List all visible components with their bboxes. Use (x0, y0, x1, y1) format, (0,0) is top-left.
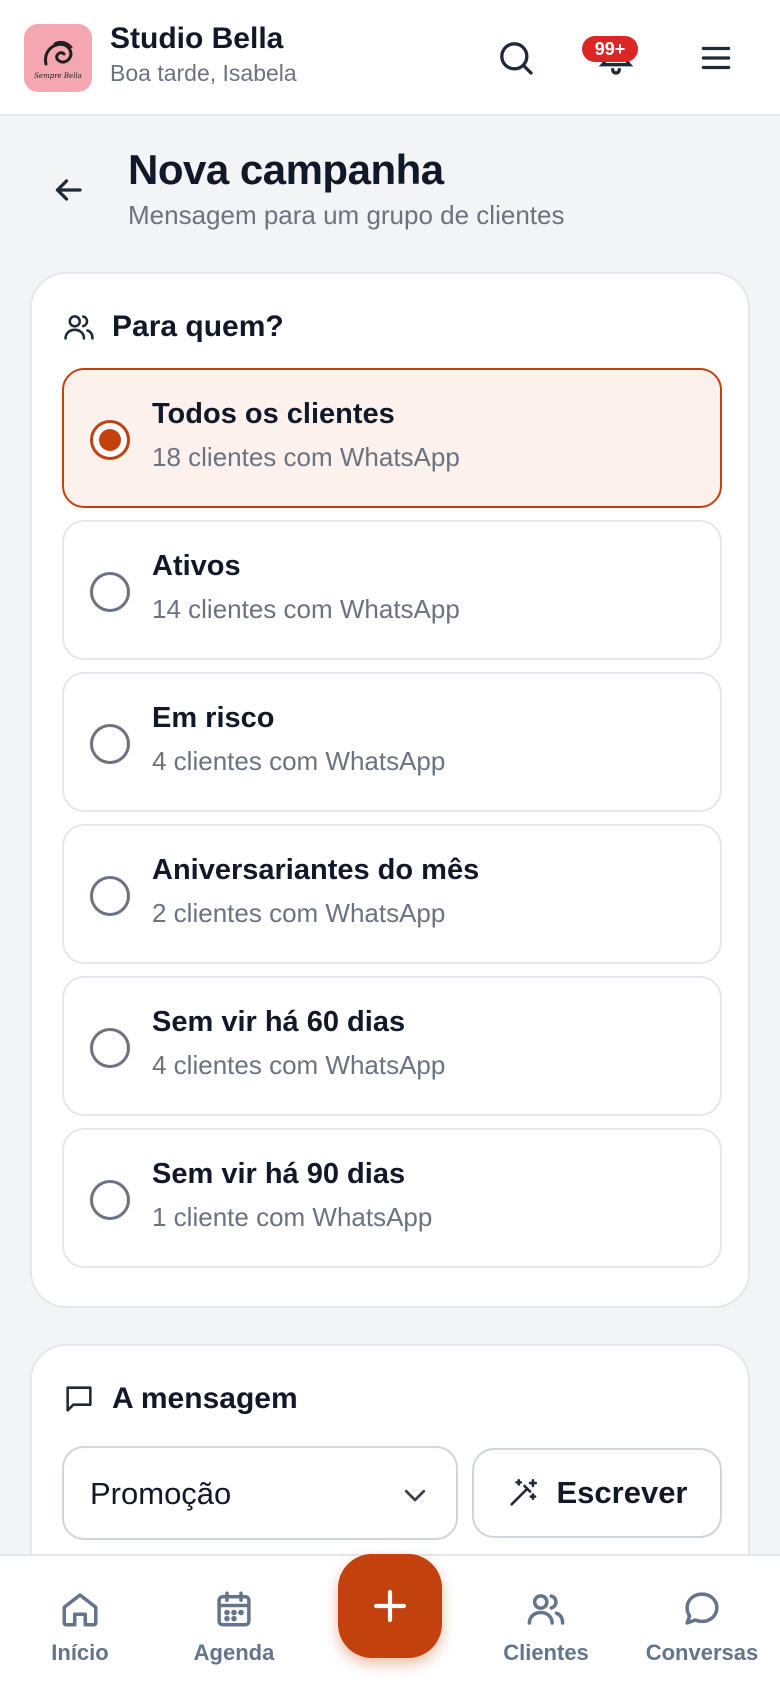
nav-item-clientes[interactable]: Clientes (466, 1586, 626, 1666)
option-label: Sem vir há 90 dias (152, 1158, 406, 1190)
message-title: A mensagem (112, 1382, 298, 1415)
notification-badge: 99+ (582, 36, 638, 62)
select-value: Promoção (90, 1476, 232, 1511)
write-button[interactable]: Escrever (472, 1448, 722, 1538)
audience-option-active[interactable]: Ativos 14 clientes com WhatsApp (62, 520, 722, 660)
search-icon (500, 42, 533, 75)
home-icon (62, 1593, 98, 1627)
audience-title: Para quem? (112, 310, 284, 343)
audience-header: Para quem? (62, 310, 284, 344)
option-count: 1 cliente com WhatsApp (152, 1202, 433, 1232)
nav-label: Clientes (503, 1640, 589, 1665)
nav-item-inicio[interactable]: Início (0, 1586, 160, 1666)
arrow-left-icon (55, 179, 82, 201)
radio[interactable] (90, 876, 130, 916)
option-label: Ativos (152, 550, 241, 582)
nav-label: Conversas (645, 1640, 759, 1665)
nav-label: Início (51, 1640, 109, 1665)
app-header: Sempre Bella Studio Bella Boa tarde, Isa… (0, 0, 780, 116)
chevron-down-icon (404, 1489, 426, 1502)
option-count: 4 clientes com WhatsApp (152, 1050, 446, 1080)
menu-icon (701, 46, 731, 70)
option-count: 4 clientes com WhatsApp (152, 746, 446, 776)
option-count: 2 clientes com WhatsApp (152, 898, 446, 928)
new-item-fab[interactable] (338, 1554, 442, 1658)
page-title: Nova campanha (128, 146, 444, 193)
message-square-icon (66, 1386, 92, 1412)
write-button-label: Escrever (556, 1475, 688, 1510)
menu-button[interactable] (690, 32, 742, 84)
nav-item-agenda[interactable]: Agenda (154, 1586, 314, 1666)
radio[interactable] (90, 1028, 130, 1068)
audience-option-birthdays[interactable]: Aniversariantes do mês 2 clientes com Wh… (62, 824, 722, 964)
audience-option-90-days[interactable]: Sem vir há 90 dias 1 cliente com WhatsAp… (62, 1128, 722, 1268)
logo-text: Sempre Bella (34, 72, 82, 80)
radio[interactable] (90, 1180, 130, 1220)
plus-icon (373, 1589, 407, 1623)
radio[interactable] (90, 572, 130, 612)
calendar-icon (217, 1591, 251, 1627)
radio-selected[interactable] (90, 420, 130, 460)
logo: Sempre Bella (24, 24, 92, 92)
audience-option-60-days[interactable]: Sem vir há 60 dias 4 clientes com WhatsA… (62, 976, 722, 1116)
option-label: Sem vir há 60 dias (152, 1006, 406, 1038)
audience-option-all[interactable]: Todos os clientes 18 clientes com WhatsA… (62, 368, 722, 508)
audience-card: Para quem? Todos os clientes 18 clientes… (30, 272, 750, 1308)
option-label: Todos os clientes (152, 398, 395, 430)
search-button[interactable] (490, 32, 542, 84)
message-type-select[interactable]: Promoção (62, 1446, 458, 1540)
brand-name: Studio Bella (110, 22, 284, 55)
radio[interactable] (90, 724, 130, 764)
users-icon (64, 315, 94, 340)
radio-dot (99, 429, 121, 451)
page-subtitle: Mensagem para um grupo de clientes (128, 200, 565, 230)
users-icon (527, 1594, 565, 1625)
back-button[interactable] (46, 168, 90, 212)
message-header: A mensagem (62, 1382, 298, 1416)
greeting-text: Boa tarde, Isabela (110, 60, 297, 86)
option-count: 14 clientes com WhatsApp (152, 594, 460, 624)
audience-option-at-risk[interactable]: Em risco 4 clientes com WhatsApp (62, 672, 722, 812)
option-label: Aniversariantes do mês (152, 854, 480, 886)
chat-icon (685, 1592, 719, 1625)
magic-wand-icon (510, 1478, 538, 1506)
nav-label: Agenda (193, 1640, 275, 1665)
option-count: 18 clientes com WhatsApp (152, 442, 460, 472)
option-label: Em risco (152, 702, 275, 734)
nav-item-conversas[interactable]: Conversas (622, 1586, 780, 1666)
